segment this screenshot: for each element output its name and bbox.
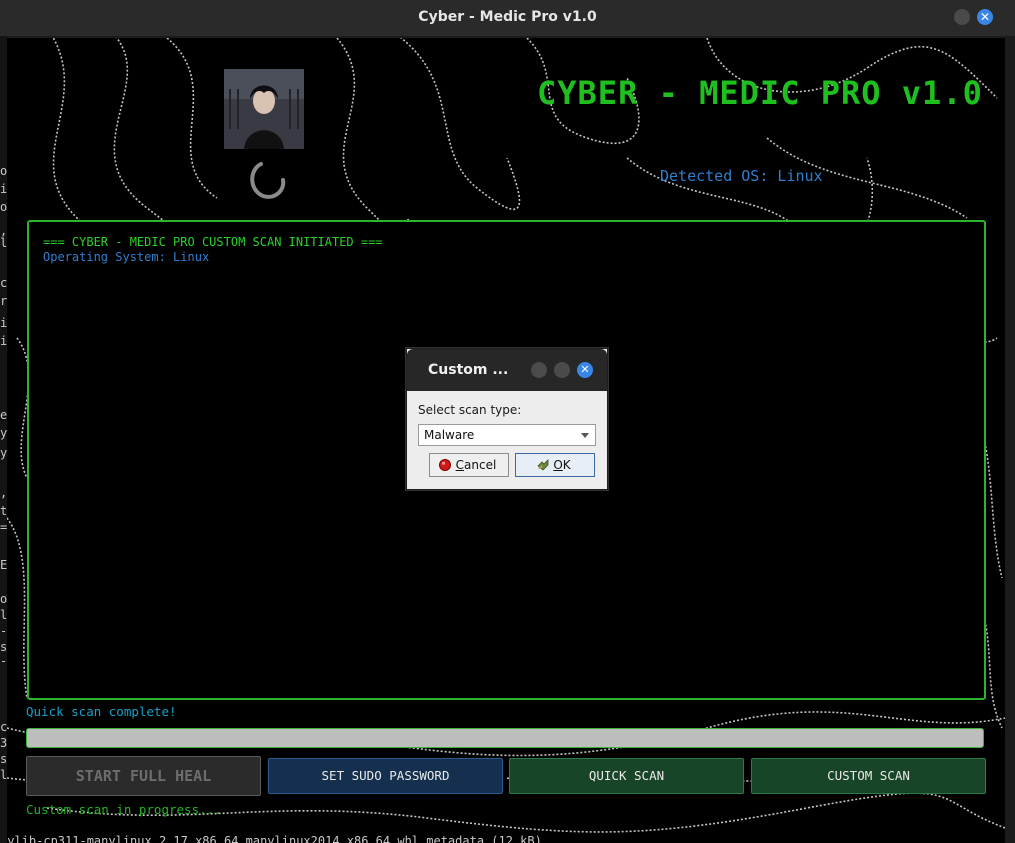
dialog-maximize-button[interactable]	[554, 362, 570, 378]
terminal-char: c	[0, 720, 7, 734]
terminal-char: y	[0, 446, 7, 460]
dialog-title: Custom ...	[428, 362, 509, 378]
terminal-char: -	[0, 654, 7, 668]
cancel-mnemonic: C	[455, 458, 465, 472]
terminal-char: r	[0, 294, 7, 308]
red-stop-icon	[439, 459, 451, 471]
chevron-down-icon	[581, 433, 589, 438]
window-title: Cyber - Medic Pro v1.0	[418, 9, 597, 25]
minimize-button[interactable]	[954, 9, 970, 25]
terminal-char: l	[0, 236, 7, 250]
terminal-char: s	[0, 640, 7, 654]
terminal-char: i	[0, 334, 7, 348]
close-window-button[interactable]: ✕	[977, 9, 993, 25]
window-titlebar: Cyber - Medic Pro v1.0 ✕	[0, 0, 1015, 36]
console-line: === CYBER - MEDIC PRO CUSTOM SCAN INITIA…	[43, 235, 383, 249]
terminal-char: l	[0, 768, 7, 782]
quick-scan-button[interactable]: QUICK SCAN	[509, 758, 744, 794]
terminal-char: ,	[0, 486, 7, 500]
background-terminal: o i o, l c r i i e y y, t = Eo l - s - c 3 s l	[0, 36, 7, 843]
start-full-heal-button[interactable]: START FULL HEAL	[26, 756, 261, 796]
ok-mnemonic: O	[553, 458, 563, 472]
terminal-char: c	[0, 276, 7, 290]
scan-type-value: Malware	[424, 428, 475, 442]
scan-progress-bar	[26, 728, 984, 748]
terminal-char: E	[0, 558, 7, 572]
terminal-char: t	[0, 504, 7, 518]
terminal-char: e	[0, 408, 7, 422]
app-heading: CYBER - MEDIC PRO v1.0	[537, 74, 983, 112]
ok-button[interactable]: OK	[515, 453, 595, 477]
dialog-titlebar: Custom ... ✕	[407, 349, 607, 391]
dialog-minimize-button[interactable]	[531, 362, 547, 378]
terminal-char: o	[0, 592, 7, 606]
console-line: Operating System: Linux	[43, 250, 210, 264]
terminal-char: =	[0, 520, 7, 534]
terminal-char: o	[0, 164, 7, 178]
cancel-button[interactable]: Cancel	[429, 453, 509, 477]
background-terminal-line: Cylib-cp311-manylinux_2_17_x86_64.manyli…	[7, 834, 542, 843]
terminal-char: y	[0, 426, 7, 440]
scan-type-label: Select scan type:	[418, 403, 522, 417]
set-sudo-password-button[interactable]: SET SUDO PASSWORD	[268, 758, 503, 794]
hacker-avatar	[224, 69, 304, 149]
terminal-char: i	[0, 316, 7, 330]
ok-label: K	[562, 458, 571, 472]
custom-scan-button[interactable]: CUSTOM SCAN	[751, 758, 986, 794]
status-message-top: Quick scan complete!	[26, 704, 177, 719]
status-message-bottom: Custom scan in progress...	[26, 802, 222, 817]
cancel-label: ancel	[464, 458, 497, 472]
loading-spinner-icon	[250, 162, 286, 199]
terminal-char: l	[0, 608, 7, 622]
dialog-close-button[interactable]: ✕	[577, 362, 593, 378]
ok-hand-icon	[537, 459, 549, 471]
scan-type-select[interactable]: Malware	[418, 424, 596, 446]
terminal-char: i	[0, 182, 7, 196]
terminal-char: 3	[0, 736, 7, 750]
detected-os-label: Detected OS: Linux	[660, 167, 823, 185]
terminal-char: s	[0, 752, 7, 766]
terminal-char: -	[0, 624, 7, 638]
custom-scan-dialog: Custom ... ✕ Select scan type: Malware C…	[406, 348, 608, 490]
terminal-char: o	[0, 200, 7, 214]
